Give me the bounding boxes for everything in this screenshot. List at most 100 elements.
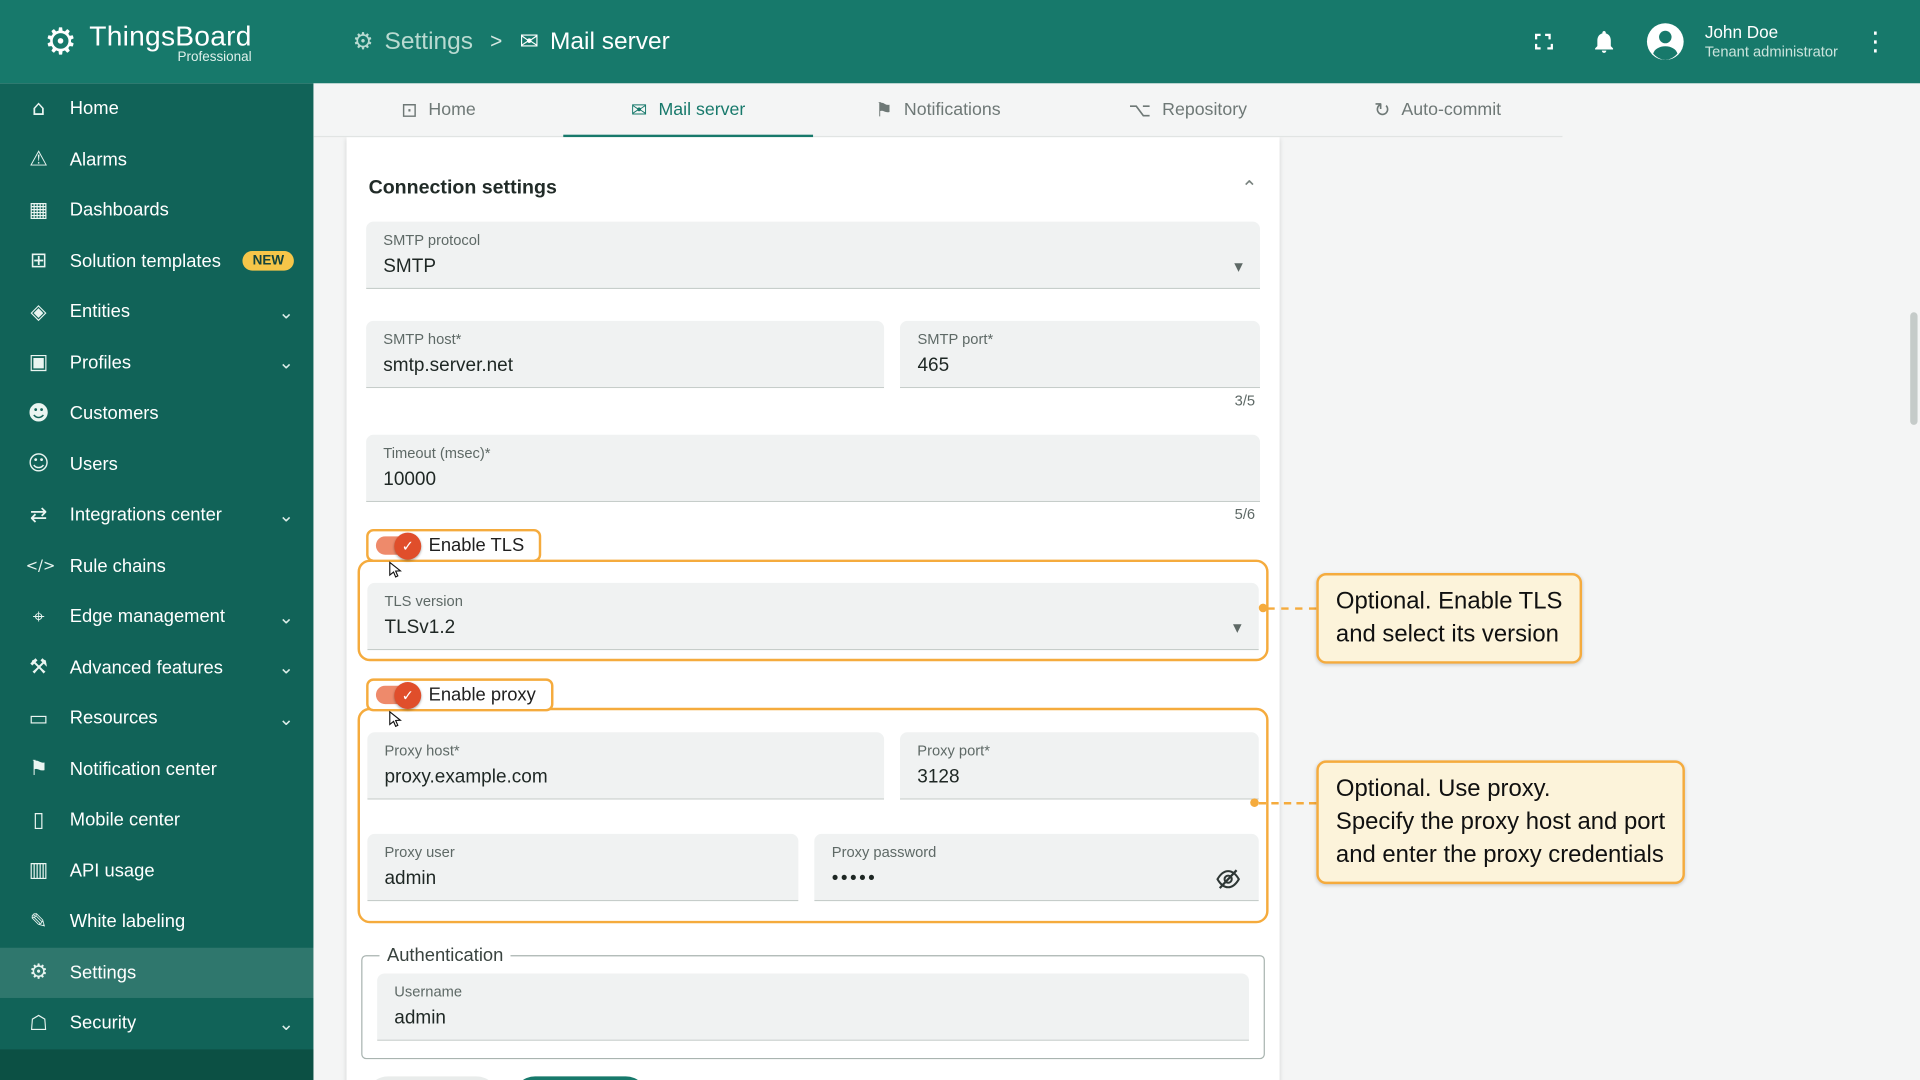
tab-mail-server[interactable]: ✉ Mail server <box>563 83 814 138</box>
solution-templates-icon: ⊞ <box>29 248 48 274</box>
proxy-settings-highlight-box: Proxy host* proxy.example.com Proxy port… <box>357 707 1269 924</box>
enable-tls-label: Enable TLS <box>428 535 525 556</box>
settings-icon: ⚙ <box>29 960 48 985</box>
sidebar-item-api-usage[interactable]: ▥ API usage <box>0 846 313 897</box>
fullscreen-button[interactable] <box>1519 17 1568 66</box>
new-badge: NEW <box>242 251 294 271</box>
tls-version-value: TLSv1.2 <box>384 617 456 638</box>
notifications-button[interactable] <box>1580 17 1629 66</box>
sidebar-item-security[interactable]: ☖ Security ⌄ <box>0 998 313 1049</box>
customers-icon: ☻ <box>27 401 50 426</box>
sidebar-item-notification-center[interactable]: ⚑ Notification center <box>0 744 313 795</box>
user-name: John Doe <box>1704 22 1779 42</box>
pointer-cursor-icon <box>389 710 402 728</box>
secondary-action-button[interactable] <box>366 1076 499 1080</box>
sidebar-item-solution-templates[interactable]: ⊞ Solution templates NEW <box>0 236 313 287</box>
timeout-value: 10000 <box>383 468 437 490</box>
mail-icon: ✉ <box>519 28 539 56</box>
connection-settings-header: Connection settings ⌃ <box>366 137 1260 221</box>
notification-center-icon: ⚑ <box>29 757 48 782</box>
proxy-host-field[interactable]: Proxy host* proxy.example.com <box>367 732 885 800</box>
integrations-icon: ⇄ <box>29 502 48 528</box>
header-actions: John Doe Tenant administrator ⋮ <box>1519 17 1920 66</box>
sidebar-item-dashboards[interactable]: ▦ Dashboards <box>0 185 313 236</box>
dropdown-arrow-icon[interactable]: ▾ <box>1233 618 1242 638</box>
thingsboard-logo-icon: ⚙ <box>44 20 78 64</box>
sidebar-item-advanced-features[interactable]: ⚒ Advanced features ⌄ <box>0 642 313 693</box>
toggle-check-icon: ✓ <box>394 681 422 709</box>
breadcrumb: ⚙ Settings > ✉ Mail server <box>353 28 670 56</box>
more-menu-button[interactable]: ⋮ <box>1850 27 1900 56</box>
collapse-panel-icon[interactable]: ⌃ <box>1241 176 1257 199</box>
sidebar-item-users[interactable]: ☺ Users <box>0 439 313 490</box>
sidebar-item-resources[interactable]: ▭ Resources ⌄ <box>0 693 313 744</box>
smtp-host-value: smtp.server.net <box>383 355 514 376</box>
smtp-port-field[interactable]: SMTP port* 465 <box>900 320 1260 389</box>
sidebar-item-integrations-center[interactable]: ⇄ Integrations center ⌄ <box>0 490 313 541</box>
proxy-port-field[interactable]: Proxy port* 3128 <box>900 732 1259 800</box>
timeout-counter: 5/6 <box>1234 505 1256 523</box>
sidebar-item-alarms[interactable]: ⚠ Alarms <box>0 134 313 185</box>
chevron-down-icon: ⌄ <box>278 707 294 730</box>
username-field[interactable]: Username admin <box>377 973 1249 1041</box>
smtp-port-value: 465 <box>917 355 950 376</box>
chevron-down-icon: ⌄ <box>278 605 294 628</box>
proxy-password-value: ••••• <box>831 868 878 889</box>
chevron-down-icon: ⌄ <box>278 300 294 323</box>
primary-action-button[interactable] <box>513 1076 648 1080</box>
api-usage-icon: ▥ <box>28 858 49 884</box>
proxy-password-field[interactable]: Proxy password ••••• <box>814 833 1259 902</box>
callout-connector <box>1267 607 1317 610</box>
avatar-icon <box>1647 23 1684 60</box>
tab-home[interactable]: ⊡ Home <box>313 83 563 136</box>
form-actions <box>366 1059 1260 1080</box>
thingsboard-logo[interactable]: ⚙ ThingsBoard Professional <box>0 19 313 64</box>
sidebar-item-edge-management[interactable]: ⌖ Edge management ⌄ <box>0 591 313 642</box>
entities-icon: ◈ <box>30 299 47 325</box>
sidebar-item-rule-chains[interactable]: </> Rule chains <box>0 541 313 592</box>
user-role: Tenant administrator <box>1704 43 1838 61</box>
tls-version-select[interactable]: TLS version TLSv1.2 ▾ <box>367 582 1259 651</box>
connection-settings-title: Connection settings <box>368 176 557 198</box>
vertical-scrollbar[interactable] <box>1910 312 1918 425</box>
connector-dot <box>1258 603 1268 613</box>
connector-dot <box>1250 798 1259 807</box>
page-title: Mail server <box>550 27 670 55</box>
chevron-down-icon: ⌄ <box>278 656 294 679</box>
breadcrumb-settings[interactable]: ⚙ Settings <box>353 28 473 56</box>
sidebar-item-profiles[interactable]: ▣ Profiles ⌄ <box>0 337 313 388</box>
sidebar-item-home[interactable]: ⌂ Home <box>0 83 313 134</box>
visibility-off-icon[interactable] <box>1215 866 1242 893</box>
brand-edition: Professional <box>177 49 252 65</box>
content-area: Connection settings ⌃ SMTP protocol SMTP… <box>313 137 1920 1080</box>
user-avatar[interactable] <box>1641 17 1690 66</box>
proxy-user-field[interactable]: Proxy user admin <box>367 833 799 902</box>
proxy-port-value: 3128 <box>917 766 960 788</box>
chevron-down-icon: ⌄ <box>278 1012 294 1035</box>
enable-tls-toggle[interactable]: ✓ <box>375 532 422 559</box>
sidebar-item-white-labeling[interactable]: ✎ White labeling <box>0 896 313 947</box>
home-tab-icon: ⊡ <box>400 97 418 122</box>
tab-auto-commit[interactable]: ↻ Auto-commit <box>1313 83 1563 136</box>
sidebar-item-customers[interactable]: ☻ Customers <box>0 388 313 439</box>
breadcrumb-separator: > <box>490 29 503 53</box>
smtp-protocol-select[interactable]: SMTP protocol SMTP ▾ <box>366 221 1260 289</box>
mail-tab-icon: ✉ <box>631 97 648 122</box>
enable-proxy-toggle[interactable]: ✓ <box>375 681 422 709</box>
smtp-host-field[interactable]: SMTP host* smtp.server.net <box>366 320 885 389</box>
auto-commit-tab-icon: ↻ <box>1373 97 1391 122</box>
dropdown-arrow-icon[interactable]: ▾ <box>1234 257 1243 277</box>
sidebar-item-mobile-center[interactable]: ▯ Mobile center <box>0 795 313 846</box>
tab-notifications[interactable]: ⚑ Notifications <box>813 83 1063 136</box>
main-area: ⊡ Home ✉ Mail server ⚑ Notifications ⌥ R… <box>313 83 1920 1080</box>
fullscreen-icon <box>1535 33 1554 50</box>
white-labeling-icon: ✎ <box>29 909 48 934</box>
sidebar-item-settings[interactable]: ⚙ Settings <box>0 947 314 998</box>
enable-proxy-label: Enable proxy <box>428 684 536 706</box>
tab-repository[interactable]: ⌥ Repository <box>1063 83 1313 136</box>
enable-proxy-highlight-box: ✓ Enable proxy <box>366 678 553 728</box>
breadcrumb-mail-server[interactable]: ✉ Mail server <box>519 28 669 56</box>
sidebar-item-entities[interactable]: ◈ Entities ⌄ <box>0 287 313 338</box>
timeout-field[interactable]: Timeout (msec)* 10000 <box>366 434 1260 503</box>
brand-name: ThingsBoard <box>89 18 252 51</box>
